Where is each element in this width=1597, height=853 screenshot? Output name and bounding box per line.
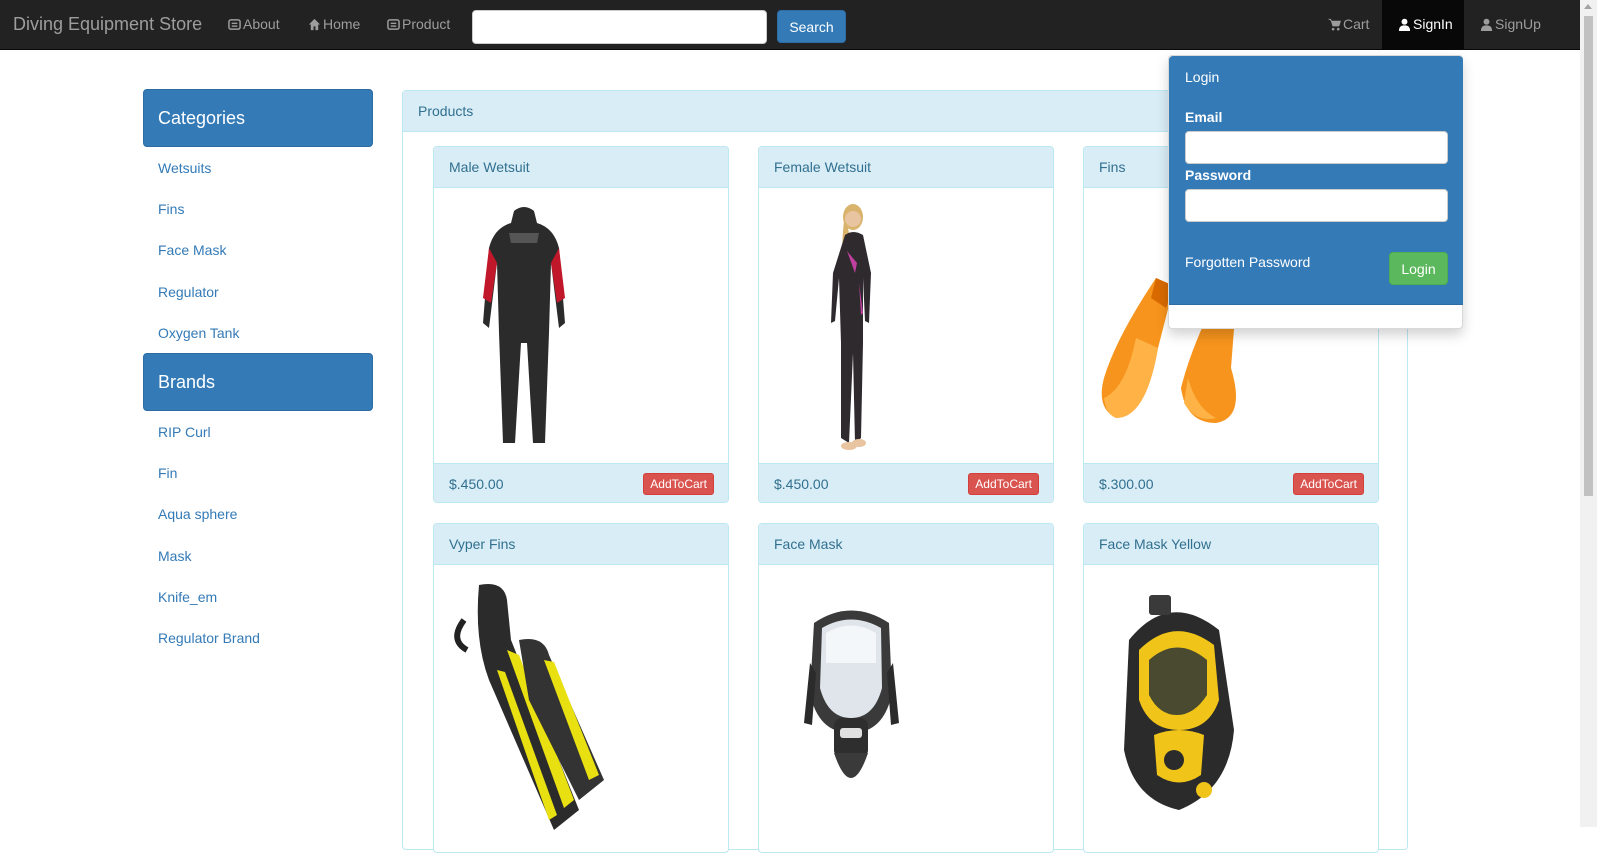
email-label: Email	[1185, 109, 1223, 125]
vertical-scrollbar[interactable]	[1580, 0, 1597, 827]
add-to-cart-button[interactable]: AddToCart	[643, 473, 714, 495]
forgot-password-link[interactable]: Forgotten Password	[1185, 254, 1310, 270]
brand-link-mask[interactable]: Mask	[158, 548, 191, 564]
yellow-face-mask-image[interactable]	[1109, 590, 1244, 820]
vyper-fins-image[interactable]	[449, 580, 609, 830]
product-card: Face Mask	[758, 523, 1054, 853]
product-image-area[interactable]	[759, 188, 1053, 463]
nav-cart-link[interactable]: Cart	[1328, 16, 1369, 32]
product-title: Face Mask	[759, 524, 1053, 565]
user-icon	[1480, 18, 1493, 31]
login-divider	[1169, 304, 1463, 305]
face-mask-image[interactable]	[804, 603, 899, 803]
product-image-area[interactable]	[434, 188, 728, 463]
login-panel: Login Email Password Forgotten Password …	[1169, 56, 1463, 304]
password-field[interactable]	[1185, 189, 1448, 222]
category-link-oxygen-tank[interactable]: Oxygen Tank	[158, 325, 239, 341]
nav-product-link[interactable]: Product	[387, 16, 450, 32]
nav-home-label: Home	[323, 16, 361, 32]
brand-link-knife-em[interactable]: Knife_em	[158, 589, 217, 605]
product-card: Face Mask Yellow	[1083, 523, 1379, 853]
brand-link-regulator-brand[interactable]: Regulator Brand	[158, 630, 260, 646]
brand-link-rip-curl[interactable]: RIP Curl	[158, 424, 211, 440]
cart-icon	[1328, 18, 1341, 30]
nav-signup-link[interactable]: SignUp	[1480, 16, 1541, 32]
brands-heading: Brands	[143, 353, 373, 411]
product-icon	[387, 18, 400, 30]
product-footer: $.450.00 AddToCart	[759, 463, 1053, 502]
nav-about-link[interactable]: About	[228, 16, 280, 32]
scroll-thumb[interactable]	[1584, 16, 1593, 496]
nav-product-label: Product	[402, 16, 451, 32]
product-title: Face Mask Yellow	[1084, 524, 1378, 565]
product-card: Female Wetsuit $.450.00 AddToCart	[758, 146, 1054, 503]
nav-signin-label: SignIn	[1413, 16, 1453, 32]
nav-about-label: About	[243, 16, 280, 32]
product-footer: $.450.00 AddToCart	[434, 463, 728, 502]
top-navbar: Diving Equipment Store About Home Produc…	[0, 0, 1580, 50]
password-label: Password	[1185, 167, 1252, 183]
nav-signin-link[interactable]: SignIn	[1398, 16, 1453, 32]
nav-home-link[interactable]: Home	[308, 16, 360, 32]
login-dropdown: Login Email Password Forgotten Password …	[1168, 55, 1463, 329]
brand-link[interactable]: Diving Equipment Store	[13, 14, 202, 35]
male-wetsuit-image[interactable]	[479, 203, 569, 448]
scroll-up-arrow-icon[interactable]	[1584, 4, 1592, 9]
product-price: $.450.00	[449, 476, 504, 492]
search-button[interactable]: Search	[777, 10, 846, 43]
email-field[interactable]	[1185, 131, 1448, 164]
female-wetsuit-image[interactable]	[819, 203, 889, 453]
add-to-cart-button[interactable]: AddToCart	[968, 473, 1039, 495]
category-link-fins[interactable]: Fins	[158, 201, 184, 217]
product-card: Male Wetsuit $.450.00 AddToCart	[433, 146, 729, 503]
login-title: Login	[1185, 69, 1220, 85]
home-icon	[308, 18, 321, 30]
search-input[interactable]	[472, 10, 767, 44]
product-title: Vyper Fins	[434, 524, 728, 565]
nav-signup-label: SignUp	[1495, 16, 1541, 32]
product-image-area[interactable]	[759, 565, 1053, 840]
category-link-face-mask[interactable]: Face Mask	[158, 242, 226, 258]
user-icon	[1398, 18, 1411, 31]
product-title: Female Wetsuit	[759, 147, 1053, 188]
product-price: $.450.00	[774, 476, 829, 492]
categories-heading: Categories	[143, 89, 373, 147]
nav-signin-tab[interactable]: SignIn	[1382, 0, 1464, 50]
add-to-cart-button[interactable]: AddToCart	[1293, 473, 1364, 495]
category-link-wetsuits[interactable]: Wetsuits	[158, 160, 211, 176]
product-footer: $.300.00 AddToCart	[1084, 463, 1378, 502]
brand-link-aqua-sphere[interactable]: Aqua sphere	[158, 506, 237, 522]
about-icon	[228, 18, 241, 30]
product-card: Vyper Fins	[433, 523, 729, 853]
product-image-area[interactable]	[434, 565, 728, 840]
category-link-regulator[interactable]: Regulator	[158, 284, 219, 300]
brand-link-fin[interactable]: Fin	[158, 465, 177, 481]
product-title: Male Wetsuit	[434, 147, 728, 188]
nav-cart-label: Cart	[1343, 16, 1370, 32]
login-button[interactable]: Login	[1389, 252, 1448, 285]
product-price: $.300.00	[1099, 476, 1154, 492]
product-image-area[interactable]	[1084, 565, 1378, 840]
